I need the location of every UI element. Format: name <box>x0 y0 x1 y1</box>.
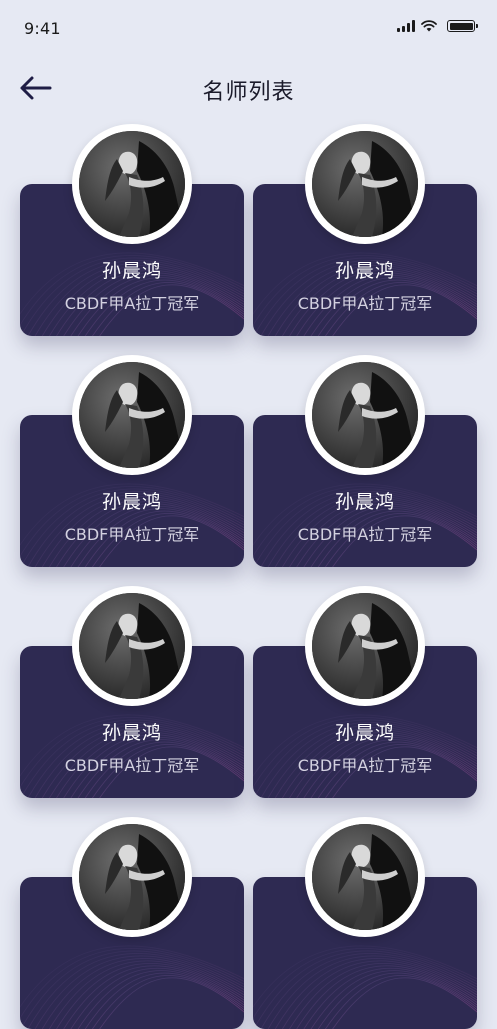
teacher-name: 孙晨鸿 <box>334 260 395 282</box>
status-icons <box>397 20 478 32</box>
status-bar: 9:41 <box>0 0 497 60</box>
teacher-title: CBDF甲A拉丁冠军 <box>297 525 433 544</box>
avatar-ring <box>72 817 192 937</box>
teacher-name: 孙晨鸿 <box>101 722 162 744</box>
teacher-card[interactable]: 孙晨鸿 CBDF甲A拉丁冠军 <box>20 124 244 336</box>
teacher-avatar <box>312 824 418 930</box>
teacher-name: 孙晨鸿 <box>101 260 162 282</box>
teacher-card[interactable]: 孙晨鸿 CBDF甲A拉丁冠军 <box>253 586 477 798</box>
avatar-ring <box>72 124 192 244</box>
avatar-ring <box>305 586 425 706</box>
teacher-card[interactable] <box>20 817 244 1029</box>
teacher-avatar <box>79 824 185 930</box>
teacher-avatar <box>79 131 185 237</box>
teacher-name: 孙晨鸿 <box>334 722 395 744</box>
page-title: 名师列表 <box>202 80 295 105</box>
teacher-card[interactable]: 孙晨鸿 CBDF甲A拉丁冠军 <box>253 124 477 336</box>
avatar-ring <box>305 817 425 937</box>
teacher-avatar <box>79 362 185 468</box>
status-time: 9:41 <box>24 19 61 38</box>
avatar-ring <box>72 355 192 475</box>
avatar-ring <box>72 586 192 706</box>
teacher-avatar <box>312 362 418 468</box>
cellular-signal-icon <box>397 20 415 32</box>
teacher-avatar <box>312 131 418 237</box>
teacher-title: CBDF甲A拉丁冠军 <box>64 294 200 313</box>
teacher-title: CBDF甲A拉丁冠军 <box>297 756 433 775</box>
teacher-card[interactable] <box>253 817 477 1029</box>
teacher-avatar <box>79 593 185 699</box>
teacher-name: 孙晨鸿 <box>101 491 162 513</box>
teacher-name: 孙晨鸿 <box>334 491 395 513</box>
teacher-card[interactable]: 孙晨鸿 CBDF甲A拉丁冠军 <box>20 355 244 567</box>
teacher-title: CBDF甲A拉丁冠军 <box>297 294 433 313</box>
teacher-avatar <box>312 593 418 699</box>
wifi-icon <box>421 20 437 32</box>
teacher-title: CBDF甲A拉丁冠军 <box>64 525 200 544</box>
avatar-ring <box>305 355 425 475</box>
avatar-ring <box>305 124 425 244</box>
battery-icon <box>447 20 478 32</box>
teacher-title: CBDF甲A拉丁冠军 <box>64 756 200 775</box>
teacher-card[interactable]: 孙晨鸿 CBDF甲A拉丁冠军 <box>20 586 244 798</box>
nav-bar: 名师列表 <box>0 60 497 116</box>
teacher-card[interactable]: 孙晨鸿 CBDF甲A拉丁冠军 <box>253 355 477 567</box>
